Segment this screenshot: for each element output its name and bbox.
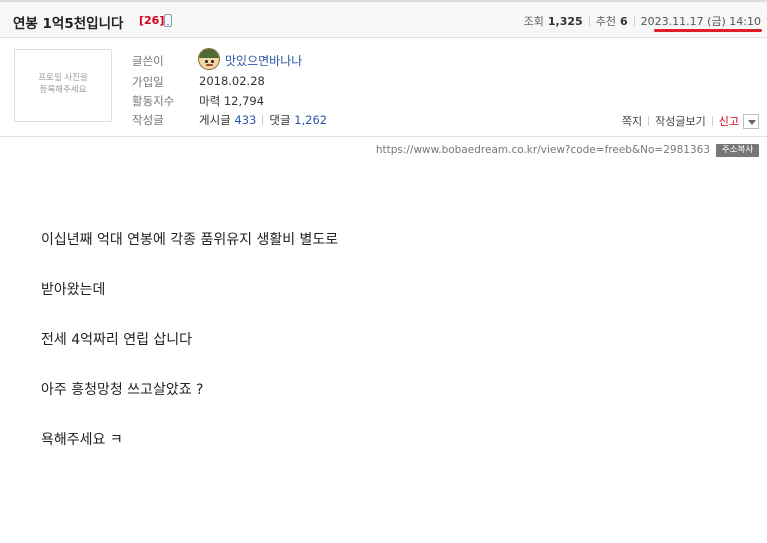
- author-nickname[interactable]: 맛있으면바나나: [225, 52, 302, 69]
- view-posts-link[interactable]: 작성글보기: [655, 113, 706, 129]
- comments-prefix: 댓글: [269, 113, 291, 127]
- post-stats: 조회 1,325 추천 6 2023.11.17 (금) 14:10: [524, 13, 761, 29]
- content-line: 이십년째 억대 연봉에 각종 품위유지 생활비 별도로: [41, 232, 339, 248]
- joined-value: 2018.02.28: [199, 74, 265, 88]
- chevron-down-icon[interactable]: [743, 113, 759, 129]
- date-highlight-underline: [654, 29, 762, 32]
- joined-label: 가입일: [132, 75, 164, 89]
- mobile-phone-icon: [164, 14, 172, 27]
- report-link[interactable]: 신고: [719, 113, 739, 129]
- message-link[interactable]: 쪽지: [622, 113, 642, 129]
- author-avatar[interactable]: [198, 48, 220, 70]
- recommend-label: 추천: [595, 15, 616, 28]
- divider: [648, 116, 650, 126]
- comments-count-link[interactable]: 1,262: [294, 113, 327, 127]
- post-date: 2023.11.17 (금) 14:10: [640, 15, 761, 28]
- profile-photo-text-line: 프로필 사진을: [38, 73, 88, 83]
- profile-photo-text: 프로필 사진을 등록해주세요: [15, 72, 111, 96]
- divider: [588, 16, 590, 26]
- post-url: https://www.bobaedream.co.kr/view?code=f…: [375, 144, 710, 156]
- divider: [711, 116, 713, 126]
- posts-count-link[interactable]: 433: [234, 113, 256, 127]
- posts-label: 작성글: [132, 113, 164, 127]
- profile-photo-placeholder: 프로필 사진을 등록해주세요: [14, 49, 112, 122]
- content-line: 욕해주세요 ㅋ: [41, 432, 123, 448]
- content-line: 전세 4억짜리 연립 삽니다: [41, 332, 193, 348]
- section-divider: [0, 136, 767, 137]
- activity-value: 마력 12,794: [199, 94, 265, 108]
- author-label: 글쓴이: [132, 54, 164, 68]
- author-actions: 쪽지 작성글보기 신고: [622, 113, 759, 129]
- copy-url-button[interactable]: 주소복사: [716, 144, 759, 157]
- comment-count-badge[interactable]: [26]: [139, 14, 164, 27]
- content-line: 받아왔는데: [41, 282, 106, 298]
- post-header: 연봉 1억5천입니다 [26] 조회 1,325 추천 6 2023.11.17…: [0, 0, 767, 38]
- content-line: 아주 흥청망청 쓰고살았죠 ?: [41, 382, 204, 398]
- profile-photo-text-line: 등록해주세요: [39, 85, 87, 95]
- recommend-value: 6: [619, 14, 628, 28]
- post-title: 연봉 1억5천입니다: [13, 16, 124, 32]
- posts-prefix: 게시글: [199, 113, 231, 127]
- posts-summary: 게시글 433 댓글 1,262: [199, 112, 327, 128]
- divider: [633, 16, 635, 26]
- divider: [262, 115, 264, 125]
- views-value: 1,325: [547, 14, 583, 28]
- views-label: 조회: [523, 15, 544, 28]
- activity-label: 활동지수: [132, 94, 175, 108]
